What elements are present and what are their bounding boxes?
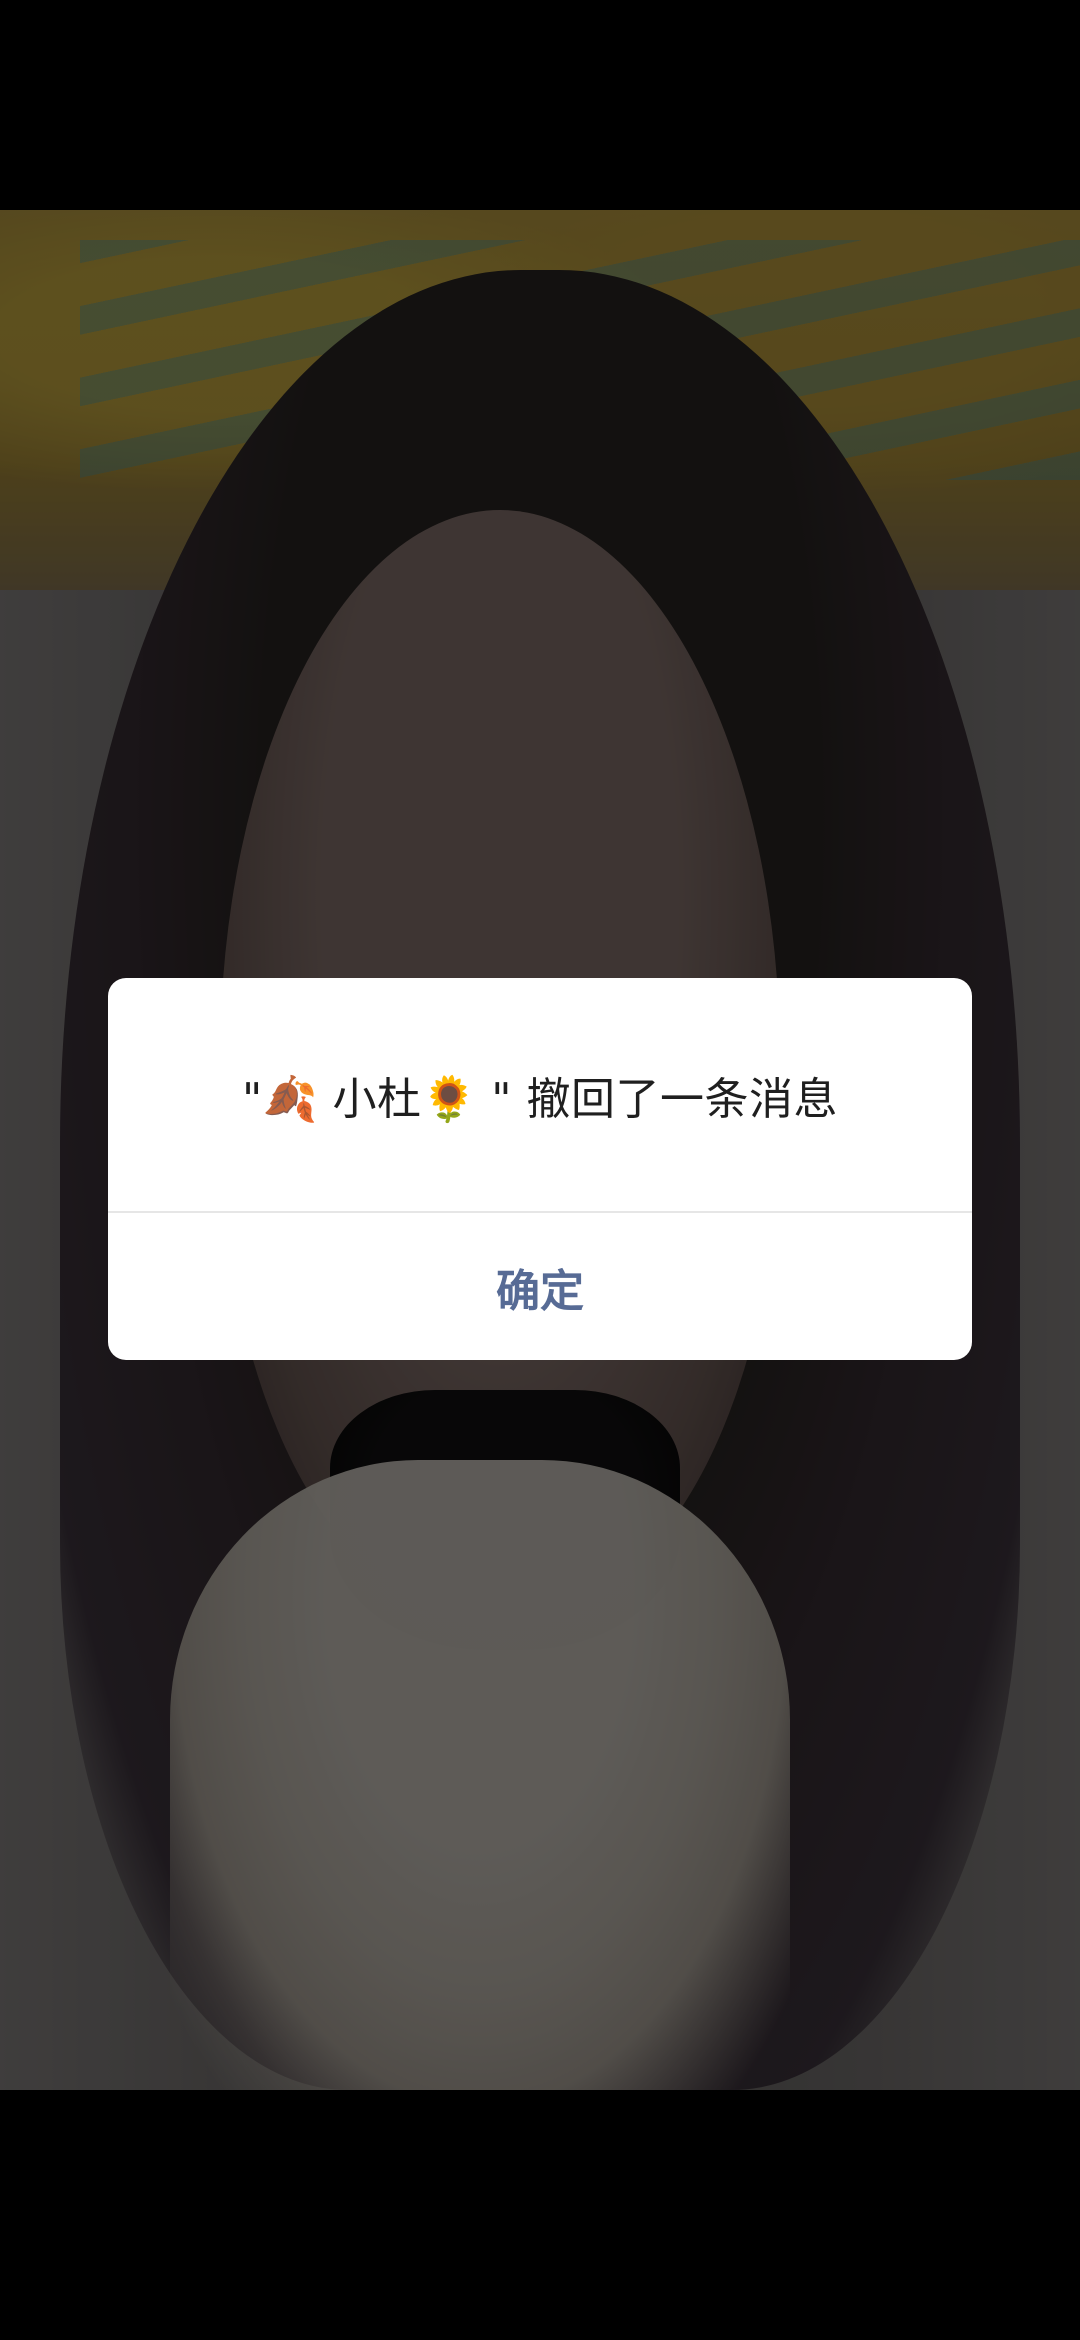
dialog-message: "🍂 小杜🌻 " 撤回了一条消息	[241, 1073, 838, 1125]
recall-dialog: "🍂 小杜🌻 " 撤回了一条消息 确定	[108, 978, 972, 1360]
confirm-button[interactable]: 确定	[108, 1213, 972, 1360]
